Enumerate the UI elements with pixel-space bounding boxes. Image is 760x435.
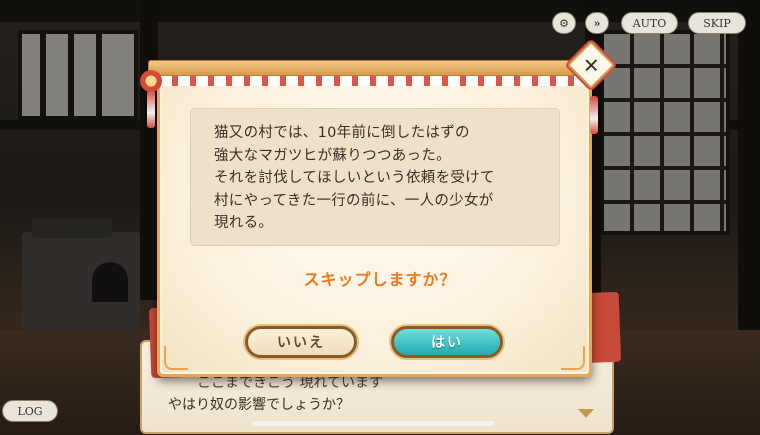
next-chevron-icon: [578, 409, 594, 418]
tassel-left: [147, 90, 155, 128]
frame-corner: [164, 346, 188, 370]
no-button[interactable]: いいえ: [245, 326, 357, 358]
home-indicator[interactable]: [252, 421, 495, 426]
settings-button[interactable]: ⚙: [552, 12, 576, 34]
close-icon: ✕: [582, 52, 600, 77]
skip-question: スキップしますか？: [303, 270, 457, 289]
synopsis-line: それを討伐してほしいという依頼を受けて: [214, 170, 495, 186]
auto-button[interactable]: AUTO: [621, 12, 678, 34]
skip-button[interactable]: SKIP: [688, 12, 746, 34]
synopsis-box: 猫又の村では、10年前に倒したはずの 強大なマガツヒが蘇りつつあった。 それを討…: [190, 108, 560, 246]
dialog-header-bar: [148, 60, 588, 76]
decorative-knot-icon: [140, 70, 162, 92]
synopsis-line: 現れる。: [214, 215, 274, 231]
gear-icon: ⚙: [559, 16, 569, 30]
log-button[interactable]: LOG: [2, 400, 58, 422]
tassel-right: [590, 96, 598, 134]
fast-forward-icon: »: [593, 16, 601, 30]
synopsis-line: 猫又の村では、10年前に倒したはずの: [214, 125, 470, 141]
dialog-header-trim: [160, 76, 585, 86]
message-line: やはり奴の影響でしょうか？: [168, 397, 350, 413]
synopsis-text: 猫又の村では、10年前に倒したはずの 強大なマガツヒが蘇りつつあった。 それを討…: [214, 122, 554, 235]
fast-forward-button[interactable]: »: [585, 12, 609, 34]
frame-corner: [561, 346, 585, 370]
synopsis-line: 村にやってきた一行の前に、一人の少女が: [214, 192, 494, 209]
yes-button[interactable]: はい: [391, 326, 503, 358]
synopsis-line: 強大なマガツヒが蘇りつつあった。: [214, 147, 451, 164]
